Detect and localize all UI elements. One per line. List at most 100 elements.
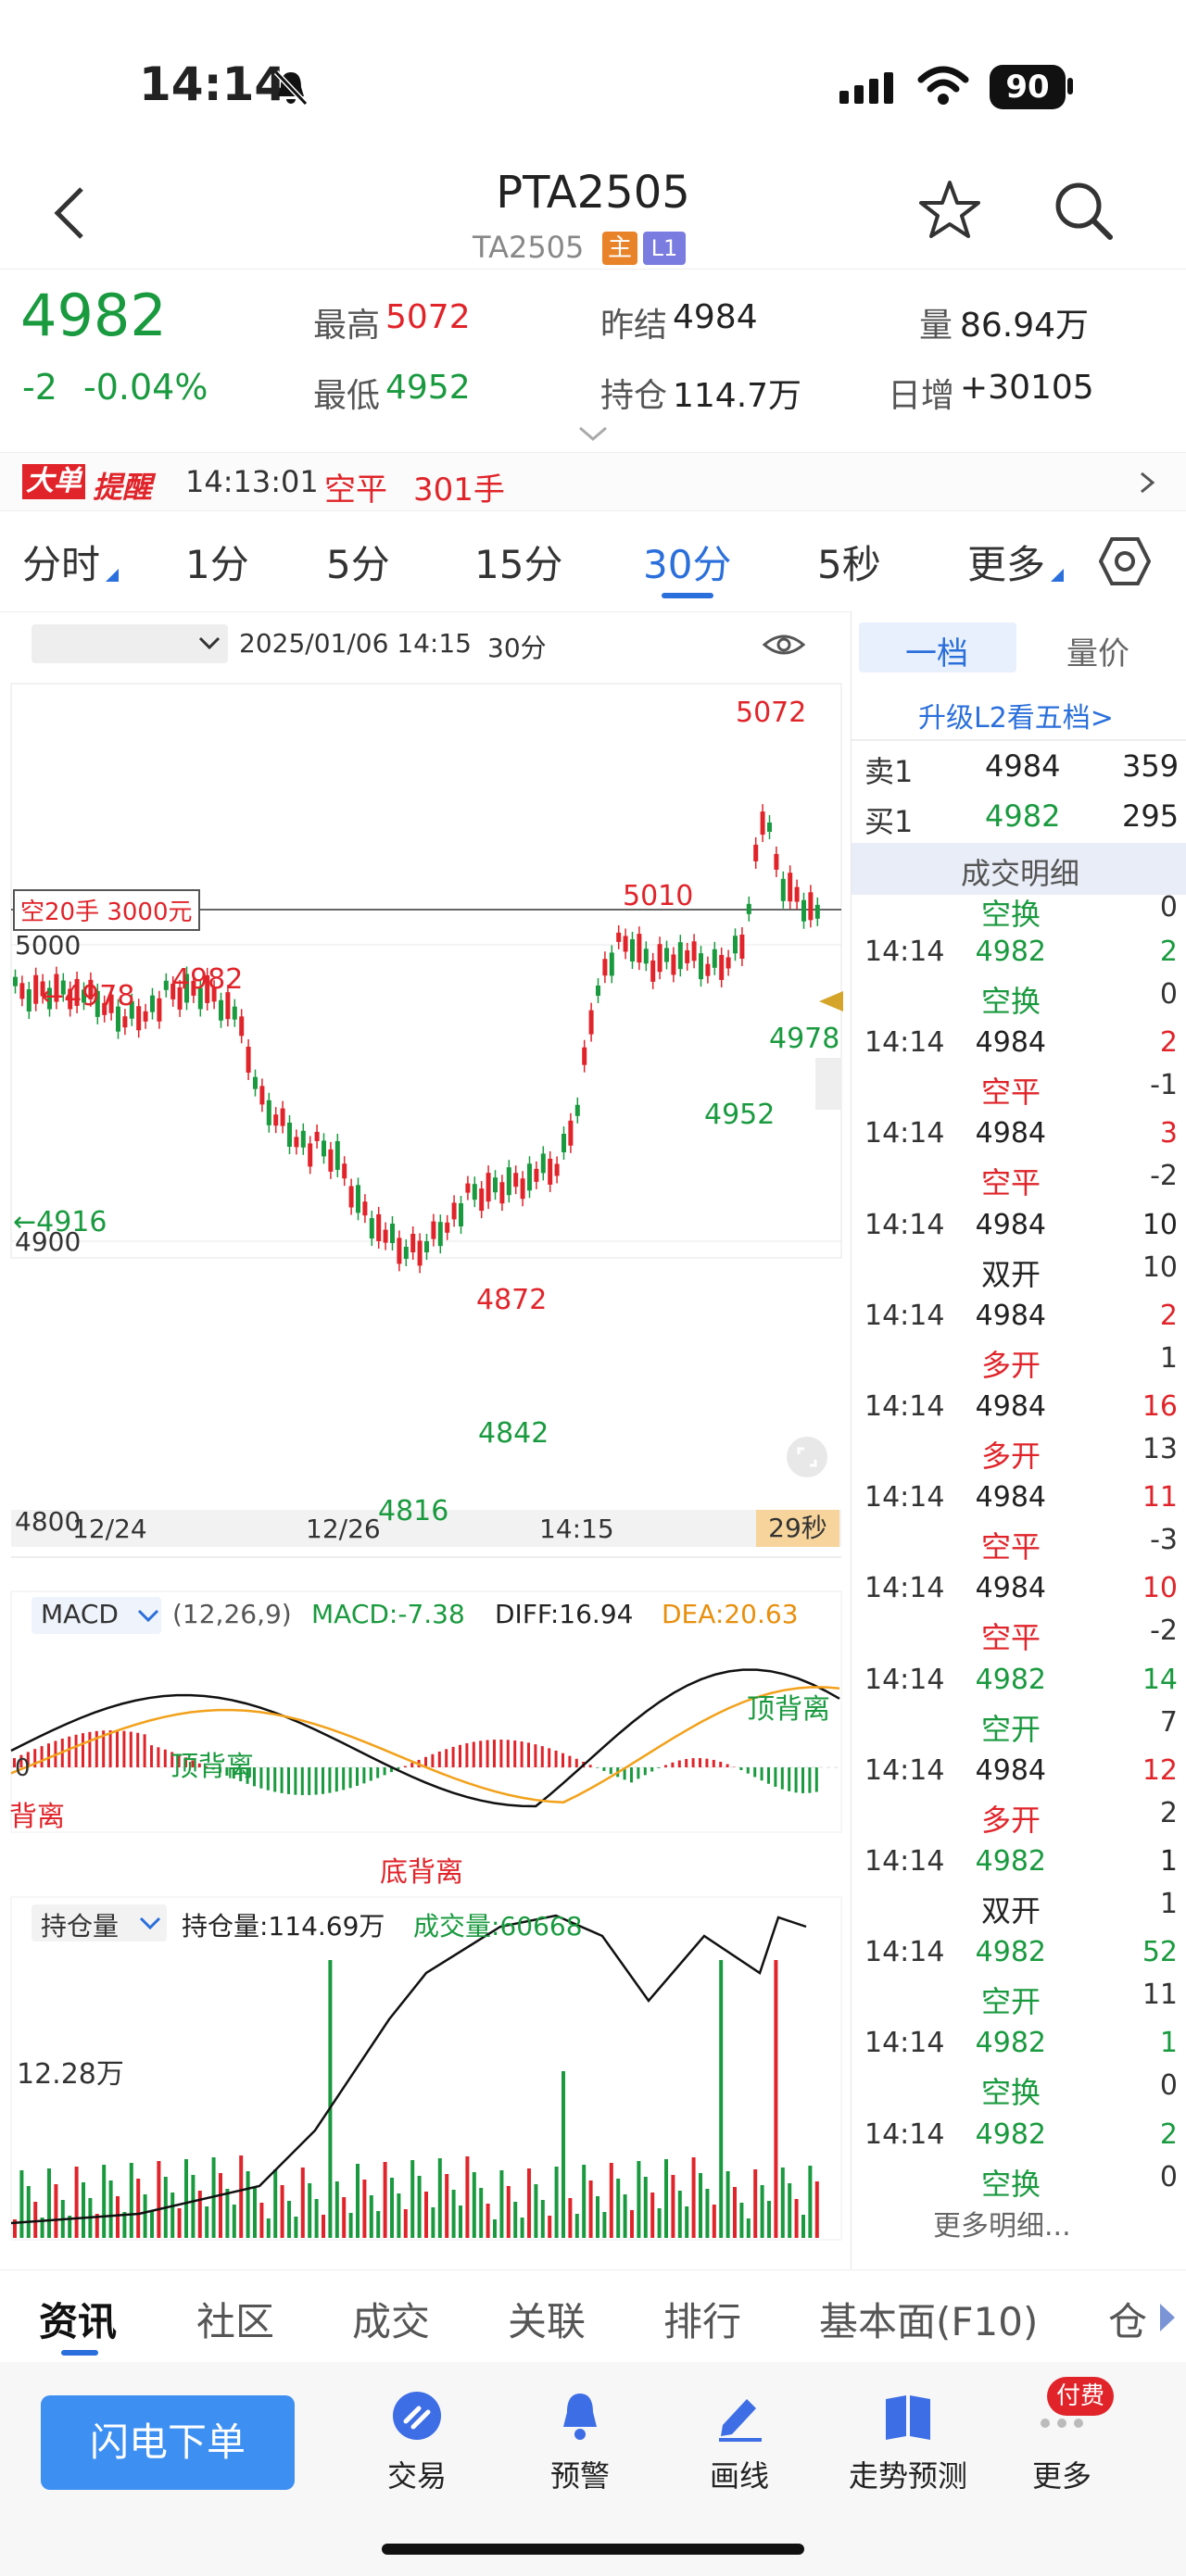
tab-1min[interactable]: 1分 <box>185 534 249 590</box>
volume-bar <box>602 2212 607 2238</box>
trade-price: 4984 <box>975 1390 1046 1423</box>
trades-list: 14:14 4982 2 空换 0 14:14 4984 2 空平 -1 14:14 4984 3 空平 -… <box>852 926 1186 2251</box>
trade-type: 空平 <box>981 1165 1041 1201</box>
trade-oi-change: -1 <box>1150 1069 1178 1102</box>
tab-deals[interactable]: 成交 <box>352 2291 430 2347</box>
upgrade-l2-link[interactable]: 升级L2看五档> <box>918 695 1114 735</box>
volume-bar <box>342 2197 347 2238</box>
bar-countdown: 29秒 <box>756 1510 839 1547</box>
volume-bar <box>219 2173 222 2238</box>
volume-bar <box>685 2206 689 2238</box>
expand-chevron-icon[interactable] <box>576 424 610 443</box>
trade-oi-change: 1 <box>1159 1341 1178 1375</box>
macd-bar <box>506 1740 510 1767</box>
fullscreen-icon[interactable] <box>786 1436 828 1478</box>
kline-chart-area[interactable]: 2025/01/06 14:15 30分 空20手 3000元 5000 490… <box>0 611 851 2269</box>
tab-5min[interactable]: 5分 <box>326 534 390 590</box>
tab-timeshare[interactable]: 分时 <box>22 534 100 590</box>
trade-time: 14:14 <box>864 1936 945 1969</box>
alert-button[interactable]: 预警 <box>515 2390 645 2495</box>
more-trades-link[interactable]: 更多明细... <box>933 2203 1071 2243</box>
tab-ranking[interactable]: 排行 <box>663 2291 741 2347</box>
trade-row: 14:14 4984 10 双开 10 <box>852 1200 1186 1292</box>
macd-bar <box>712 1759 715 1767</box>
battery-tip <box>1067 78 1073 94</box>
trade-row: 14:14 4984 11 空平 -3 <box>852 1472 1186 1564</box>
volume-bar <box>403 2209 408 2238</box>
tab-position[interactable]: 仓 <box>1108 2291 1147 2347</box>
alert-time: 14:13:01 <box>185 464 319 499</box>
trade-price: 4984 <box>975 1208 1046 1241</box>
open-interest-value: 114.7万 <box>673 377 802 415</box>
volume-bar <box>479 2188 484 2238</box>
trade-oi-change: 0 <box>1159 978 1178 1011</box>
macd-bar <box>437 1751 441 1767</box>
tab-volume-price[interactable]: 量价 <box>1066 628 1129 673</box>
forecast-button[interactable]: 走势预测 <box>834 2390 982 2495</box>
volume-bar <box>616 2179 621 2238</box>
volume-bar <box>808 2166 813 2238</box>
tab-community[interactable]: 社区 <box>196 2291 274 2347</box>
tab-15min[interactable]: 15分 <box>474 534 562 590</box>
tab-fundamentals[interactable]: 基本面(F10) <box>819 2291 1038 2347</box>
volume-bar <box>664 2159 668 2238</box>
order-tag[interactable]: 空20手 3000元 <box>13 889 200 931</box>
info-active-indicator <box>61 2350 98 2356</box>
collapse-handle[interactable] <box>815 1058 841 1110</box>
macd-bar <box>322 1767 324 1794</box>
trade-time: 14:14 <box>864 1753 945 1787</box>
macd-bar <box>630 1767 633 1783</box>
forecast-book-icon <box>886 2395 930 2440</box>
tab-5sec[interactable]: 5秒 <box>817 534 881 590</box>
tab-30min[interactable]: 30分 <box>643 534 731 590</box>
scroll-right-icon[interactable] <box>1156 2302 1177 2333</box>
macd-bar <box>499 1740 503 1767</box>
trade-row: 14:14 4982 2 空换 0 <box>852 926 1186 1019</box>
trade-price: 4984 <box>975 1299 1046 1332</box>
volume-bar <box>314 2199 319 2238</box>
tab-related[interactable]: 关联 <box>508 2291 586 2347</box>
label-high-5072: 5072 <box>736 697 807 729</box>
macd-bar <box>486 1740 489 1767</box>
macd-bar <box>643 1767 647 1776</box>
trade-row: 14:14 4982 52 空开 11 <box>852 1927 1186 2019</box>
search-icon[interactable] <box>1051 178 1116 243</box>
oi-selector-label: 持仓量 <box>41 1911 120 1941</box>
tab-level1-label: 一档 <box>905 635 968 672</box>
trade-oi-change: 1 <box>1159 1888 1178 1920</box>
macd-bar <box>691 1758 695 1767</box>
volume-bar <box>334 2181 339 2238</box>
trade-oi-change: 13 <box>1142 1433 1178 1465</box>
trade-type: 多开 <box>981 1439 1041 1474</box>
tab-news[interactable]: 资讯 <box>39 2291 117 2347</box>
volume-bar <box>170 2193 175 2238</box>
favorite-star-icon[interactable] <box>917 178 982 243</box>
macd-bar <box>513 1740 517 1767</box>
battery-level: 90 <box>1005 69 1050 106</box>
volume-bar <box>520 2218 524 2238</box>
volume-bar <box>780 2168 785 2238</box>
big-order-alert[interactable]: 大单 提醒 14:13:01 空平 301手 <box>0 452 1186 511</box>
macd-bar <box>308 1767 311 1795</box>
alert-qty: 301手 <box>413 471 505 509</box>
macd-bar <box>465 1742 469 1767</box>
volume-bar <box>33 2202 38 2238</box>
draw-button[interactable]: 画线 <box>675 2390 804 2495</box>
macd-bar <box>82 1733 84 1767</box>
daily-inc-value: +30105 <box>960 369 1094 407</box>
trade-price: 4984 <box>975 1117 1046 1150</box>
macd-bar <box>348 1767 352 1789</box>
flash-order-button[interactable]: 闪电下单 <box>41 2395 295 2490</box>
level-badge: L1 <box>643 232 686 265</box>
volume-bar <box>239 2155 244 2238</box>
label-4816: 4816 <box>378 1495 449 1527</box>
macd-bar <box>493 1740 496 1767</box>
trade-qty: 2 <box>1159 1026 1178 1060</box>
chart-svg <box>10 683 842 2241</box>
macd-bar <box>725 1764 729 1767</box>
macd-bar <box>574 1758 578 1767</box>
trade-button[interactable]: 交易 <box>352 2390 482 2495</box>
ask-price: 4984 <box>985 748 1061 784</box>
settings-hexagon-icon[interactable] <box>1099 535 1151 587</box>
tab-more[interactable]: 更多 <box>967 534 1045 590</box>
